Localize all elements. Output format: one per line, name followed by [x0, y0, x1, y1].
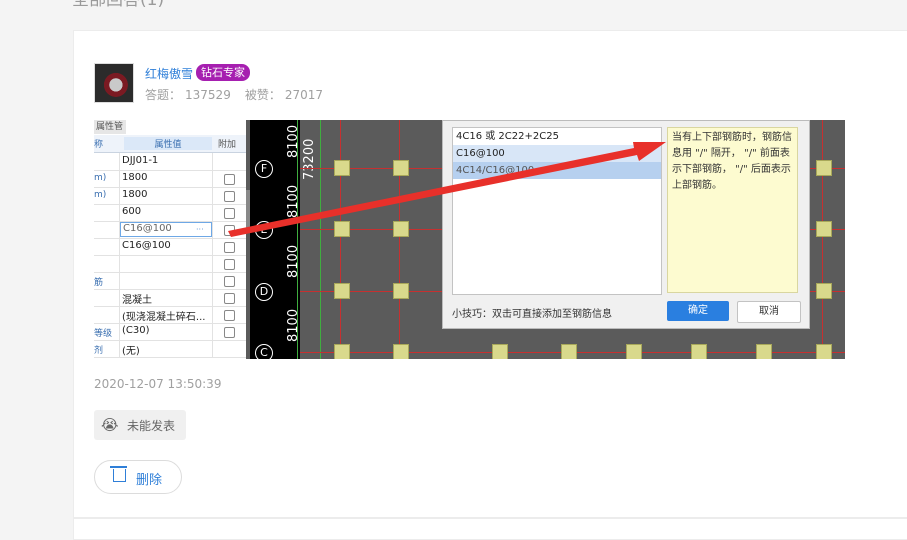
status-text: 未能发表 — [127, 419, 176, 433]
answer-screenshot[interactable]: 8100 73200 8100 8100 8100 F E D C — [94, 120, 845, 359]
expert-badge: 钻石专家 — [196, 64, 250, 81]
answer-card: 红梅傲雪 钻石专家 答题： 137529 被赞： 27017 8100 73200 8… — [73, 30, 907, 518]
avatar[interactable] — [94, 63, 134, 103]
delete-button[interactable]: 删除 — [94, 460, 182, 494]
user-stats: 答题： 137529 被赞： 27017 — [145, 86, 327, 103]
answers-label: 答题： — [145, 88, 182, 102]
annotation-arrow-icon — [228, 142, 666, 237]
status-badge: 😭 未能发表 — [94, 410, 186, 440]
answer-timestamp: 2020-12-07 13:50:39 — [94, 377, 222, 391]
next-card — [73, 518, 907, 540]
crying-face-icon: 😭 — [101, 416, 119, 434]
delete-label: 删除 — [136, 473, 163, 488]
likes-label: 被赞： — [244, 88, 281, 102]
likes-count: 27017 — [284, 88, 324, 102]
username-link[interactable]: 红梅傲雪 — [145, 65, 193, 82]
answers-count: 137529 — [185, 88, 231, 102]
page-title: 全部回答(1) — [72, 0, 165, 10]
trash-icon — [110, 466, 127, 482]
